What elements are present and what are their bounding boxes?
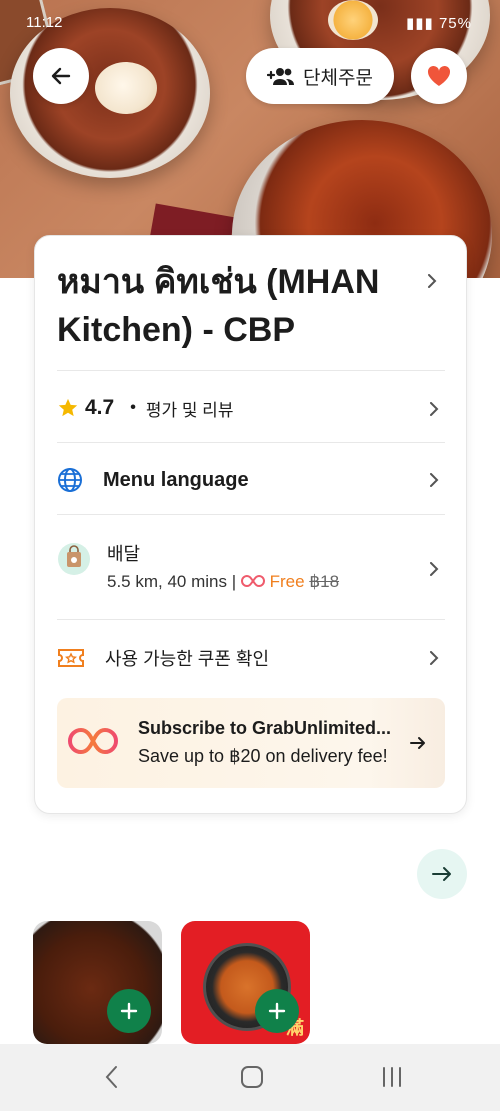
battery-level: 75% xyxy=(438,15,472,32)
globe-icon xyxy=(58,468,82,492)
back-button[interactable] xyxy=(33,48,89,104)
divider xyxy=(57,619,445,620)
star-icon xyxy=(58,398,78,417)
hero-egg xyxy=(95,62,157,114)
delivery-original-fee: ฿18 xyxy=(309,572,340,591)
arrow-right-icon xyxy=(432,867,451,881)
rating-row[interactable]: 4.7 • 평가 및 리뷰 xyxy=(57,386,445,430)
nav-recents-button[interactable] xyxy=(372,1062,412,1092)
group-order-label: 단체주문 xyxy=(303,67,373,89)
delivery-title: 배달 xyxy=(107,544,141,564)
divider xyxy=(57,442,445,443)
status-bar: 11:12 ▮▮▮ 75% xyxy=(0,0,500,44)
grab-unlimited-logo-icon xyxy=(68,727,118,755)
restaurant-info-card: หมาน คิทเช่น (MHAN Kitchen) - CBP 4.7 • … xyxy=(34,235,467,814)
arrow-right-icon xyxy=(410,737,425,749)
menu-language-row[interactable]: Menu language xyxy=(57,458,445,502)
signal-icon: ▮▮▮ xyxy=(406,15,439,32)
chevron-left-icon xyxy=(105,1066,117,1088)
restaurant-title-row[interactable]: หมาน คิทเช่น (MHAN Kitchen) - CBP xyxy=(57,258,447,354)
add-item-button[interactable] xyxy=(255,989,299,1033)
plus-icon xyxy=(120,1002,138,1020)
next-arrow-button[interactable] xyxy=(417,849,467,899)
add-item-button[interactable] xyxy=(107,989,151,1033)
nav-back-button[interactable] xyxy=(92,1062,132,1092)
divider xyxy=(57,514,445,515)
coupons-label: 사용 가능한 쿠폰 확인 xyxy=(105,649,270,669)
recents-icon xyxy=(383,1067,401,1087)
add-group-icon xyxy=(267,68,295,85)
rating-value: 4.7 xyxy=(85,396,115,419)
status-time: 11:12 xyxy=(26,14,63,31)
system-nav-bar xyxy=(0,1044,500,1111)
nav-home-button[interactable] xyxy=(232,1062,272,1092)
restaurant-name: หมาน คิทเช่น (MHAN Kitchen) - CBP xyxy=(57,263,380,349)
coupon-icon xyxy=(58,649,84,667)
status-icons: ▮▮▮ 75% xyxy=(406,14,472,32)
favorite-button[interactable] xyxy=(411,48,467,104)
separator-dot: • xyxy=(130,399,136,416)
home-square-icon xyxy=(241,1066,263,1088)
chevron-right-icon xyxy=(430,473,439,487)
delivery-distance-time: 5.5 km, 40 mins | xyxy=(107,572,237,591)
reviews-label: 평가 및 리뷰 xyxy=(145,400,234,420)
arrow-left-icon xyxy=(51,67,71,85)
grab-unlimited-promo[interactable]: Subscribe to GrabUnlimited... Save up to… xyxy=(57,698,445,788)
chevron-right-icon xyxy=(430,651,439,665)
divider xyxy=(57,370,445,371)
coupons-row[interactable]: 사용 가능한 쿠폰 확인 xyxy=(57,636,445,680)
delivery-fee: Free xyxy=(269,572,305,591)
delivery-info: 5.5 km, 40 mins | Free ฿18 xyxy=(107,572,339,592)
group-order-button[interactable]: 단체주문 xyxy=(246,48,394,104)
chevron-right-icon xyxy=(430,562,439,576)
menu-language-label: Menu language xyxy=(103,468,249,491)
delivery-row[interactable]: 배달 5.5 km, 40 mins | Free ฿18 xyxy=(57,536,445,616)
promo-subtitle: Save up to ฿20 on delivery fee! xyxy=(138,746,388,766)
chevron-right-icon xyxy=(430,402,439,416)
delivery-bag-icon xyxy=(58,543,90,575)
grab-unlimited-icon xyxy=(240,574,265,588)
restaurant-page: 11:12 ▮▮▮ 75% 단체주문 หมาน คิทเช่น (MHAN Ki… xyxy=(0,0,500,1111)
heart-icon xyxy=(427,65,451,86)
chevron-right-icon xyxy=(428,274,437,288)
plus-icon xyxy=(268,1002,286,1020)
promo-title: Subscribe to GrabUnlimited... xyxy=(138,718,392,738)
